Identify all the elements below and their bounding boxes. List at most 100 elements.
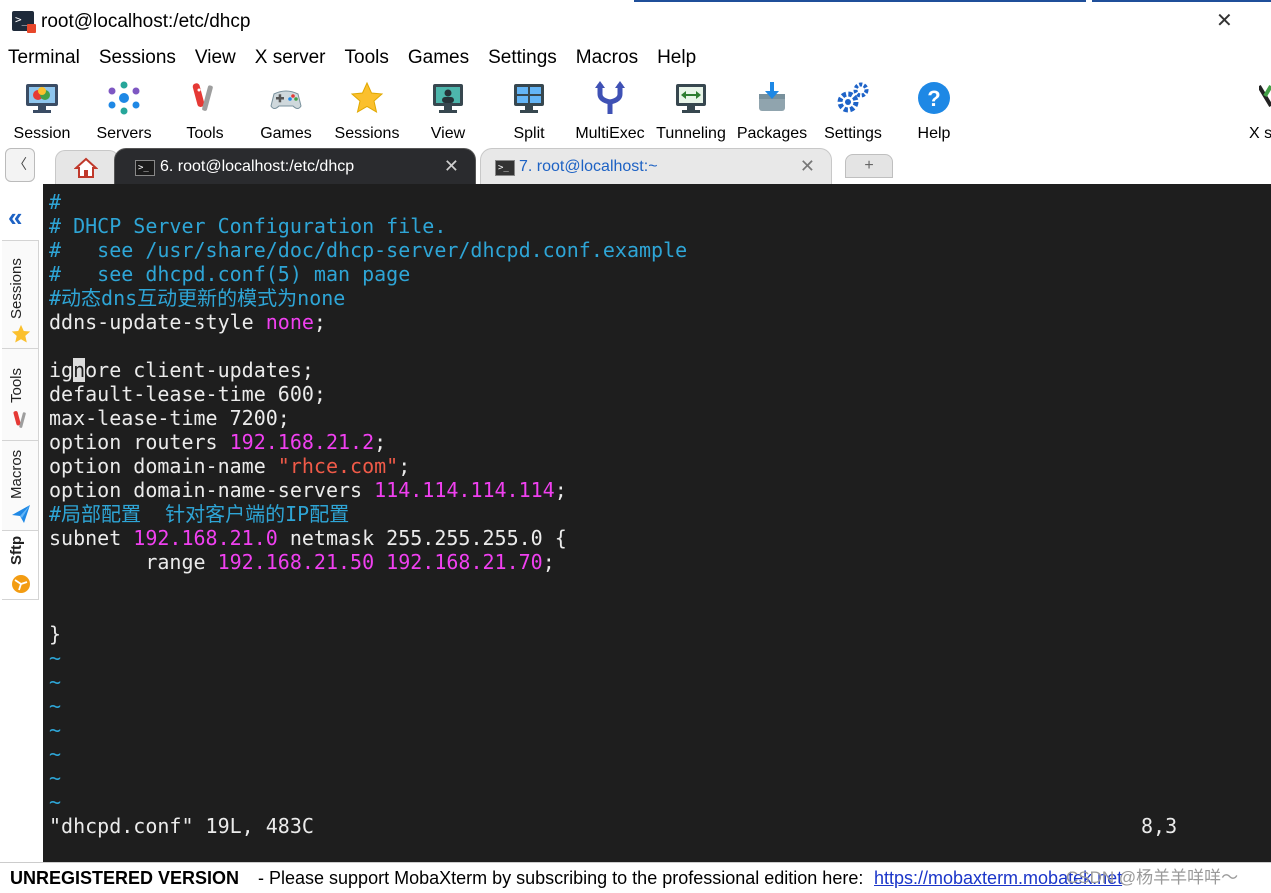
help-question-icon: ? bbox=[916, 80, 952, 116]
terminal-line: option domain-name-servers 114.114.114.1… bbox=[49, 478, 567, 502]
tunneling-button[interactable]: Tunneling bbox=[650, 78, 732, 142]
package-download-icon bbox=[754, 80, 790, 116]
support-message: - Please support MobaXterm by subscribin… bbox=[258, 868, 864, 888]
terminal-line: #局部配置 针对客户端的IP配置 bbox=[49, 502, 350, 526]
sidebar-tab-label: Macros bbox=[8, 449, 25, 499]
tools-button[interactable]: Tools bbox=[164, 78, 246, 142]
star-icon bbox=[349, 80, 385, 116]
new-tab-button[interactable]: + bbox=[845, 154, 893, 178]
menu-games[interactable]: Games bbox=[400, 44, 480, 74]
terminal-line: } bbox=[49, 622, 62, 646]
games-button[interactable]: Games bbox=[245, 78, 327, 142]
gamepad-icon bbox=[268, 80, 304, 116]
title-bar: >_ root@localhost:/etc/dhcp ✕ bbox=[0, 0, 1271, 44]
window-title: root@localhost:/etc/dhcp bbox=[41, 11, 251, 32]
sessions-button[interactable]: Sessions bbox=[326, 78, 408, 142]
tab-bar: 〈 >_ 6. root@localhost:/etc/dhcp ✕ >_ 7.… bbox=[0, 146, 1271, 185]
status-bar: UNREGISTERED VERSION - Please support Mo… bbox=[0, 862, 1271, 893]
empty-line-tilde: ~ bbox=[49, 790, 62, 814]
unregistered-label: UNREGISTERED VERSION bbox=[10, 868, 240, 888]
empty-line-tilde: ~ bbox=[49, 670, 62, 694]
toolbar: Session Servers Tools Games Sessions Vie… bbox=[0, 74, 1271, 146]
multiexec-button[interactable]: MultiExec bbox=[569, 78, 651, 142]
tunneling-icon bbox=[673, 80, 709, 116]
sidebar-back-button[interactable]: 〈 bbox=[5, 148, 35, 182]
watermark: CSDN @杨羊羊咩咩～ bbox=[1066, 868, 1239, 887]
vim-status-line: "dhcpd.conf" 19L, 483C bbox=[49, 814, 314, 838]
gears-icon bbox=[835, 80, 871, 116]
menu-macros[interactable]: Macros bbox=[568, 44, 649, 74]
servers-button[interactable]: Servers bbox=[83, 78, 165, 142]
terminal-line: default-lease-time 600; bbox=[49, 382, 326, 406]
home-tab[interactable] bbox=[55, 150, 119, 185]
terminal-line: # see /usr/share/doc/dhcp-server/dhcpd.c… bbox=[49, 238, 688, 262]
terminal-app-icon: >_ bbox=[12, 11, 36, 33]
settings-button[interactable]: Settings bbox=[812, 78, 894, 142]
view-monitor-icon bbox=[430, 80, 466, 116]
empty-line-tilde: ~ bbox=[49, 766, 62, 790]
sidebar-tab-label: Sessions bbox=[8, 258, 25, 319]
menu-terminal[interactable]: Terminal bbox=[0, 44, 91, 74]
close-icon[interactable]: ✕ bbox=[1216, 8, 1233, 33]
tab-session-7[interactable]: >_ 7. root@localhost:~ ✕ bbox=[480, 148, 832, 185]
view-button[interactable]: View bbox=[407, 78, 489, 142]
sidebar-tab-tools[interactable]: Tools bbox=[2, 348, 39, 442]
fork-arrows-icon bbox=[592, 80, 628, 116]
menu-settings[interactable]: Settings bbox=[480, 44, 568, 74]
terminal-line: max-lease-time 7200; bbox=[49, 406, 290, 430]
packages-button[interactable]: Packages bbox=[731, 78, 813, 142]
title-accent bbox=[1092, 0, 1271, 2]
servers-network-icon bbox=[106, 80, 142, 116]
cursor-position: 8,3 bbox=[1141, 814, 1178, 838]
terminal-line: # see dhcpd.conf(5) man page bbox=[49, 262, 411, 286]
sidebar-tab-sessions[interactable]: Sessions bbox=[2, 240, 39, 350]
terminal-line: range 192.168.21.50 192.168.21.70; bbox=[49, 550, 555, 574]
terminal-line: ddns-update-style none; bbox=[49, 310, 326, 334]
menu-help[interactable]: Help bbox=[649, 44, 707, 74]
close-icon[interactable]: ✕ bbox=[800, 156, 815, 177]
menu-tools[interactable]: Tools bbox=[337, 44, 400, 74]
sidebar-tab-macros[interactable]: Macros bbox=[2, 440, 39, 532]
terminal-line: option domain-name "rhce.com"; bbox=[49, 454, 411, 478]
split-icon bbox=[511, 80, 547, 116]
empty-line-tilde: ~ bbox=[49, 742, 62, 766]
tab-session-6[interactable]: >_ 6. root@localhost:/etc/dhcp ✕ bbox=[114, 148, 476, 185]
star-icon bbox=[10, 323, 32, 345]
menu-sessions[interactable]: Sessions bbox=[91, 44, 187, 74]
home-icon bbox=[73, 157, 99, 184]
terminal-line: #动态dns互动更新的模式为none bbox=[49, 286, 346, 310]
svg-text:?: ? bbox=[927, 86, 940, 111]
session-button[interactable]: Session bbox=[1, 78, 83, 142]
split-button[interactable]: Split bbox=[488, 78, 570, 142]
tools-knife-icon bbox=[187, 80, 223, 116]
help-button[interactable]: ? Help bbox=[893, 78, 975, 142]
monitor-session-icon bbox=[24, 80, 60, 116]
menu-view[interactable]: View bbox=[187, 44, 247, 74]
menu-bar: Terminal Sessions View X server Tools Ga… bbox=[0, 44, 1271, 74]
collapse-sidebar-icon[interactable]: « bbox=[8, 202, 22, 233]
terminal-icon: >_ bbox=[495, 160, 515, 176]
terminal-view[interactable]: # # DHCP Server Configuration file. # se… bbox=[43, 184, 1271, 862]
terminal-line: # DHCP Server Configuration file. bbox=[49, 214, 447, 238]
terminal-icon: >_ bbox=[135, 160, 155, 176]
tab-label: 6. root@localhost:/etc/dhcp bbox=[160, 158, 355, 175]
sftp-globe-icon bbox=[10, 573, 32, 595]
text-cursor: n bbox=[73, 358, 86, 382]
terminal-line: option routers 192.168.21.2; bbox=[49, 430, 387, 454]
tab-label: 7. root@localhost:~ bbox=[519, 158, 658, 175]
left-sidebar: « Sessions Tools Macros Sftp bbox=[0, 184, 44, 862]
menu-x-server[interactable]: X server bbox=[247, 44, 337, 74]
terminal-line: subnet 192.168.21.0 netmask 255.255.255.… bbox=[49, 526, 567, 550]
sidebar-tab-label: Sftp bbox=[8, 535, 25, 565]
empty-line-tilde: ~ bbox=[49, 694, 62, 718]
terminal-line: # bbox=[49, 190, 62, 214]
empty-line-tilde: ~ bbox=[49, 718, 62, 742]
paper-plane-icon bbox=[10, 503, 32, 525]
empty-line-tilde: ~ bbox=[49, 646, 62, 670]
close-icon[interactable]: ✕ bbox=[444, 156, 459, 177]
xserver-button[interactable]: X s bbox=[1222, 78, 1271, 142]
tools-knife-icon bbox=[10, 409, 32, 431]
sidebar-tab-sftp[interactable]: Sftp bbox=[2, 530, 39, 600]
title-accent bbox=[634, 0, 1086, 2]
terminal-line: ignore client-updates; bbox=[49, 358, 314, 382]
